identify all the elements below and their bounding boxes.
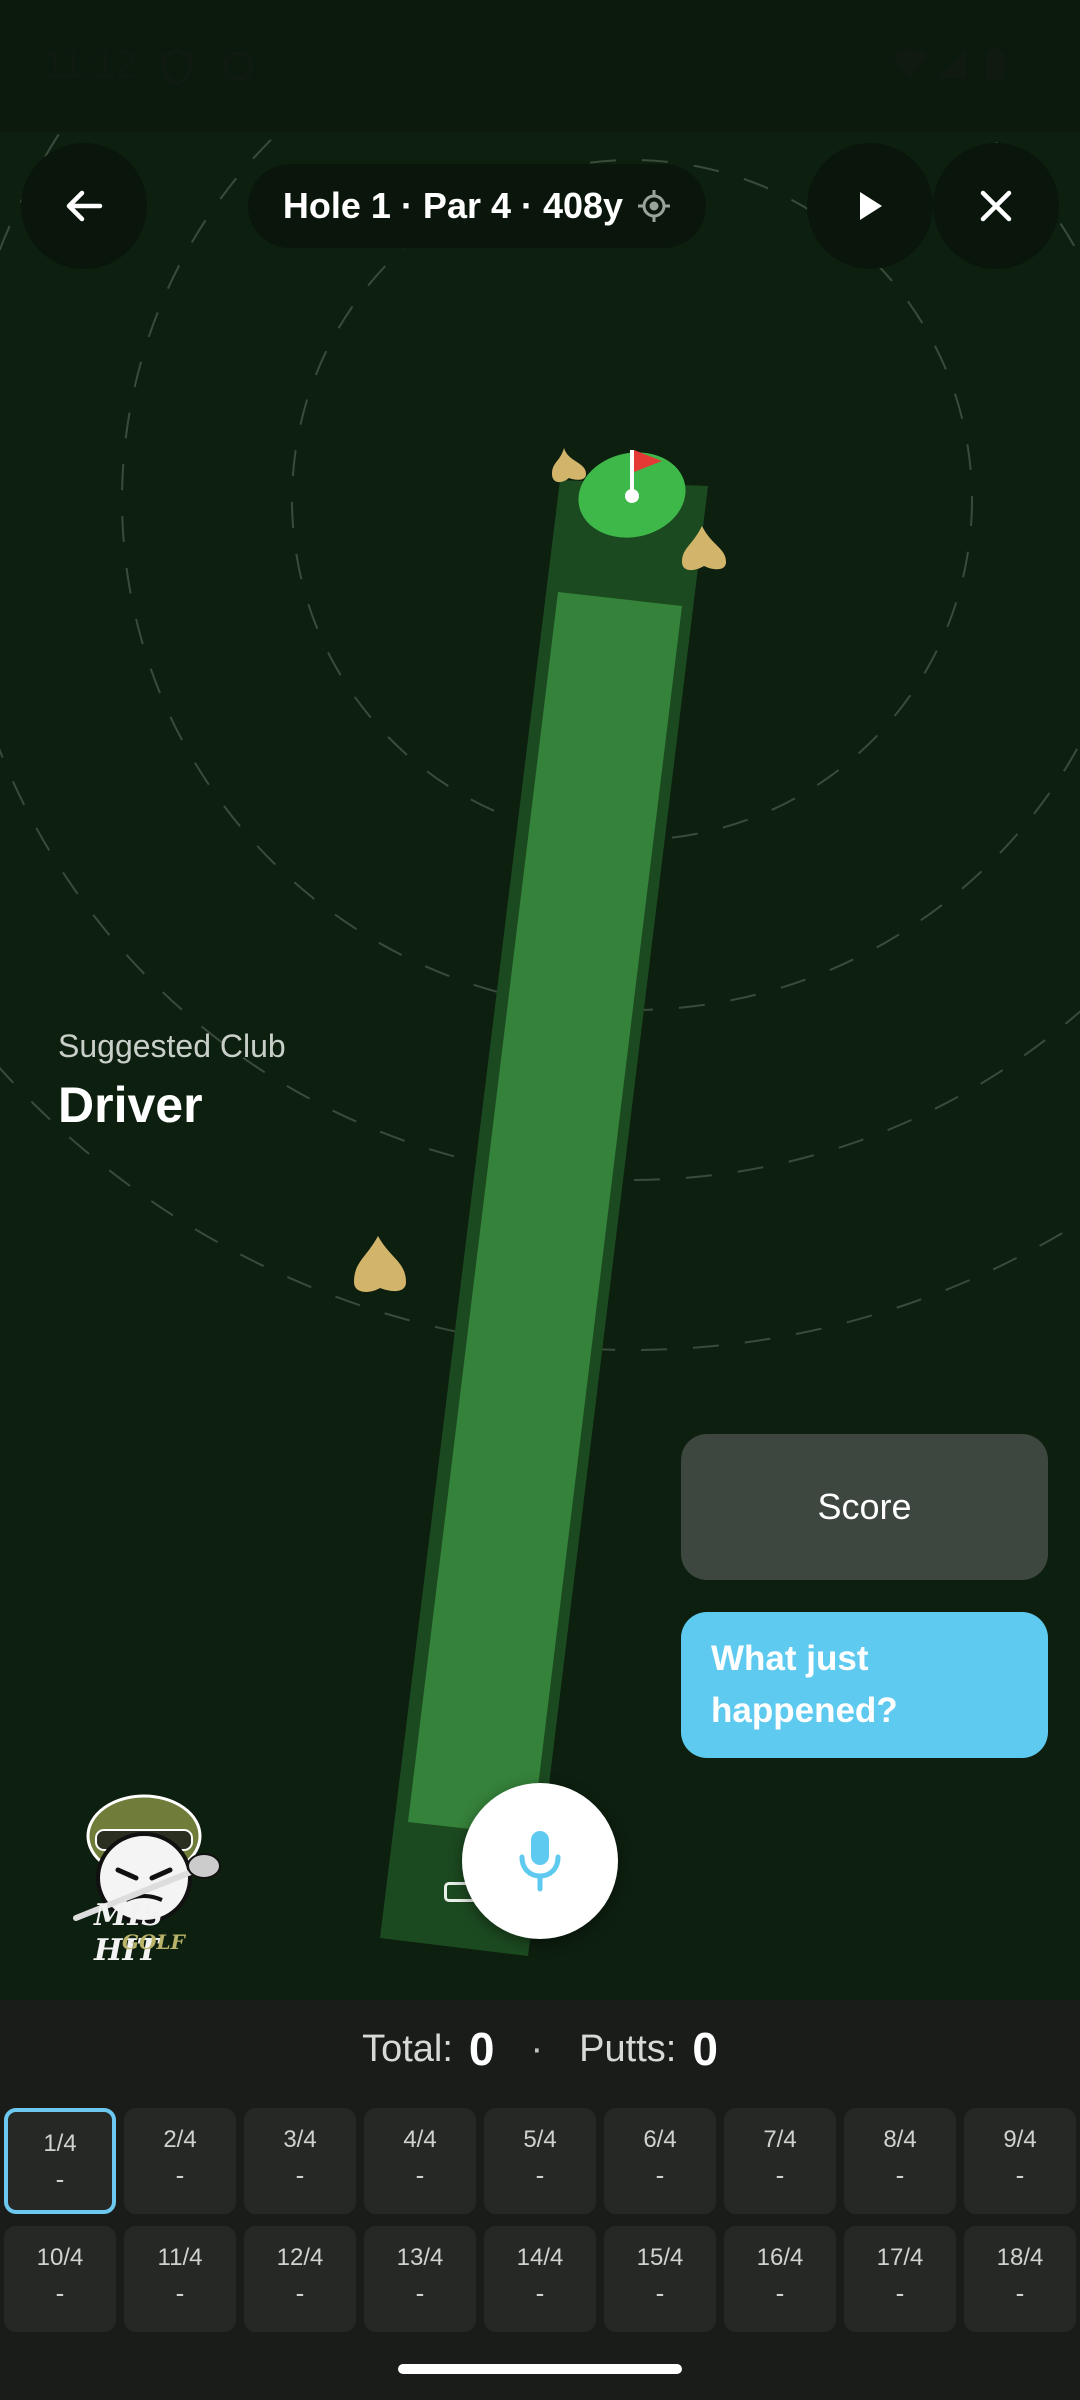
hole-score: - — [55, 2278, 65, 2308]
status-time: 11:12 — [44, 44, 137, 86]
suggested-club-value: Driver — [58, 1077, 203, 1133]
hole-cell[interactable]: 11/4 - — [124, 2226, 236, 2332]
fairway — [408, 592, 682, 1836]
hole-par-label: 3/4 — [283, 2126, 317, 2153]
hole-par-label: 10/4 — [36, 2244, 84, 2271]
suggested-club-label: Suggested Club — [58, 1028, 286, 1064]
hole-cell[interactable]: 17/4 - — [844, 2226, 956, 2332]
hole-score: - — [655, 2278, 665, 2308]
hole-score: - — [295, 2160, 305, 2190]
hole-score: - — [55, 2164, 65, 2194]
totals-row: Total: 0 · Putts: 0 — [0, 2000, 1080, 2098]
home-indicator[interactable] — [398, 2364, 682, 2374]
hole-par-label: 12/4 — [276, 2244, 324, 2271]
hole-par-label: 4/4 — [403, 2126, 437, 2153]
score-button[interactable]: Score — [681, 1434, 1048, 1580]
hole-score: - — [175, 2160, 185, 2190]
hole-par-label: 18/4 — [996, 2244, 1044, 2271]
hole-cell[interactable]: 12/4 - — [244, 2226, 356, 2332]
hole-cell[interactable]: 14/4 - — [484, 2226, 596, 2332]
hole-cell[interactable]: 8/4 - — [844, 2108, 956, 2214]
hole-par-label: 2/4 — [163, 2126, 197, 2153]
what-happened-line1: What just — [711, 1639, 869, 1678]
hole-score: - — [655, 2160, 665, 2190]
hole-cell[interactable]: 13/4 - — [364, 2226, 476, 2332]
hole-cell[interactable]: 1/4 - — [4, 2108, 116, 2214]
totals-separator: · — [530, 2027, 544, 2070]
hole-cell[interactable]: 15/4 - — [604, 2226, 716, 2332]
hole-info-pill[interactable]: Hole 1 · Par 4 · 408y — [248, 164, 706, 248]
hole-par-label: 13/4 — [396, 2244, 444, 2271]
hole-cell[interactable]: 4/4 - — [364, 2108, 476, 2214]
hole-score: - — [895, 2278, 905, 2308]
what-happened-line2: happened? — [711, 1691, 898, 1730]
score-button-label: Score — [817, 1486, 912, 1527]
logo-text-line2: GOLF — [122, 1930, 185, 1954]
hole-par-label: 15/4 — [636, 2244, 684, 2271]
hole-par-label: 14/4 — [516, 2244, 564, 2271]
back-button[interactable] — [21, 143, 147, 269]
hole-par-label: 17/4 — [876, 2244, 924, 2271]
total-value: 0 — [468, 2023, 495, 2075]
what-just-happened-button[interactable]: What just happened? — [681, 1612, 1048, 1758]
hole-cell[interactable]: 3/4 - — [244, 2108, 356, 2214]
sync-icon — [223, 51, 253, 81]
wifi-icon — [892, 49, 928, 78]
crosshair-icon — [638, 190, 671, 222]
total-label: Total: — [362, 2027, 453, 2070]
hole-par-label: 11/4 — [157, 2244, 203, 2271]
hole-par-label: 5/4 — [523, 2126, 557, 2153]
hole-par-label: 1/4 — [43, 2130, 77, 2157]
microphone-button[interactable] — [462, 1783, 618, 1939]
hole-cell[interactable]: 16/4 - — [724, 2226, 836, 2332]
close-button[interactable] — [933, 143, 1059, 269]
hole-par-label: 9/4 — [1003, 2126, 1037, 2153]
cell-signal-icon — [938, 50, 966, 78]
hole-score: - — [415, 2160, 425, 2190]
hole-score: - — [175, 2278, 185, 2308]
hole-score: - — [1015, 2278, 1025, 2308]
hole-cell[interactable]: 2/4 - — [124, 2108, 236, 2214]
hole-score: - — [895, 2160, 905, 2190]
hole-par-label: 7/4 — [763, 2126, 797, 2153]
arrow-left-icon — [66, 190, 103, 222]
hole-score: - — [775, 2278, 785, 2308]
close-icon — [980, 190, 1012, 222]
hole-score: - — [1015, 2160, 1025, 2190]
hole-par-label: 6/4 — [643, 2126, 677, 2153]
bunker-fairway-left — [354, 1236, 406, 1292]
hole-info: Hole 1 · Par 4 · 408y — [282, 185, 624, 226]
microphone-icon — [519, 1831, 561, 1892]
hole-cell[interactable]: 5/4 - — [484, 2108, 596, 2214]
hole-score: - — [535, 2160, 545, 2190]
putts-value: 0 — [692, 2023, 718, 2075]
status-bar: 11:12 — [0, 0, 1080, 132]
hole-score: - — [415, 2278, 425, 2308]
putts-label: Putts: — [579, 2027, 677, 2070]
hole-cell[interactable]: 7/4 - — [724, 2108, 836, 2214]
hole-cell[interactable]: 18/4 - — [964, 2226, 1076, 2332]
hole-cell[interactable]: 6/4 - — [604, 2108, 716, 2214]
play-button[interactable] — [807, 143, 933, 269]
hole-par-label: 8/4 — [883, 2126, 917, 2153]
hole-par-label: 16/4 — [756, 2244, 804, 2271]
battery-icon — [986, 48, 1004, 80]
bunker-left-of-green — [552, 448, 586, 483]
hole-cell[interactable]: 10/4 - — [4, 2226, 116, 2332]
play-icon — [860, 192, 882, 220]
scorecard-sheet: Total: 0 · Putts: 0 1/4 - 2/4 - 3/4 - 4/4 - 5/4 -… — [0, 2000, 1080, 2400]
hole-score: - — [775, 2160, 785, 2190]
hole-cell[interactable]: 9/4 - — [964, 2108, 1076, 2214]
hole-score: - — [295, 2278, 305, 2308]
shield-icon — [162, 48, 192, 86]
hole-score: - — [535, 2278, 545, 2308]
mis-hit-golf-logo: MIS HIT GOLF — [66, 1770, 236, 1975]
